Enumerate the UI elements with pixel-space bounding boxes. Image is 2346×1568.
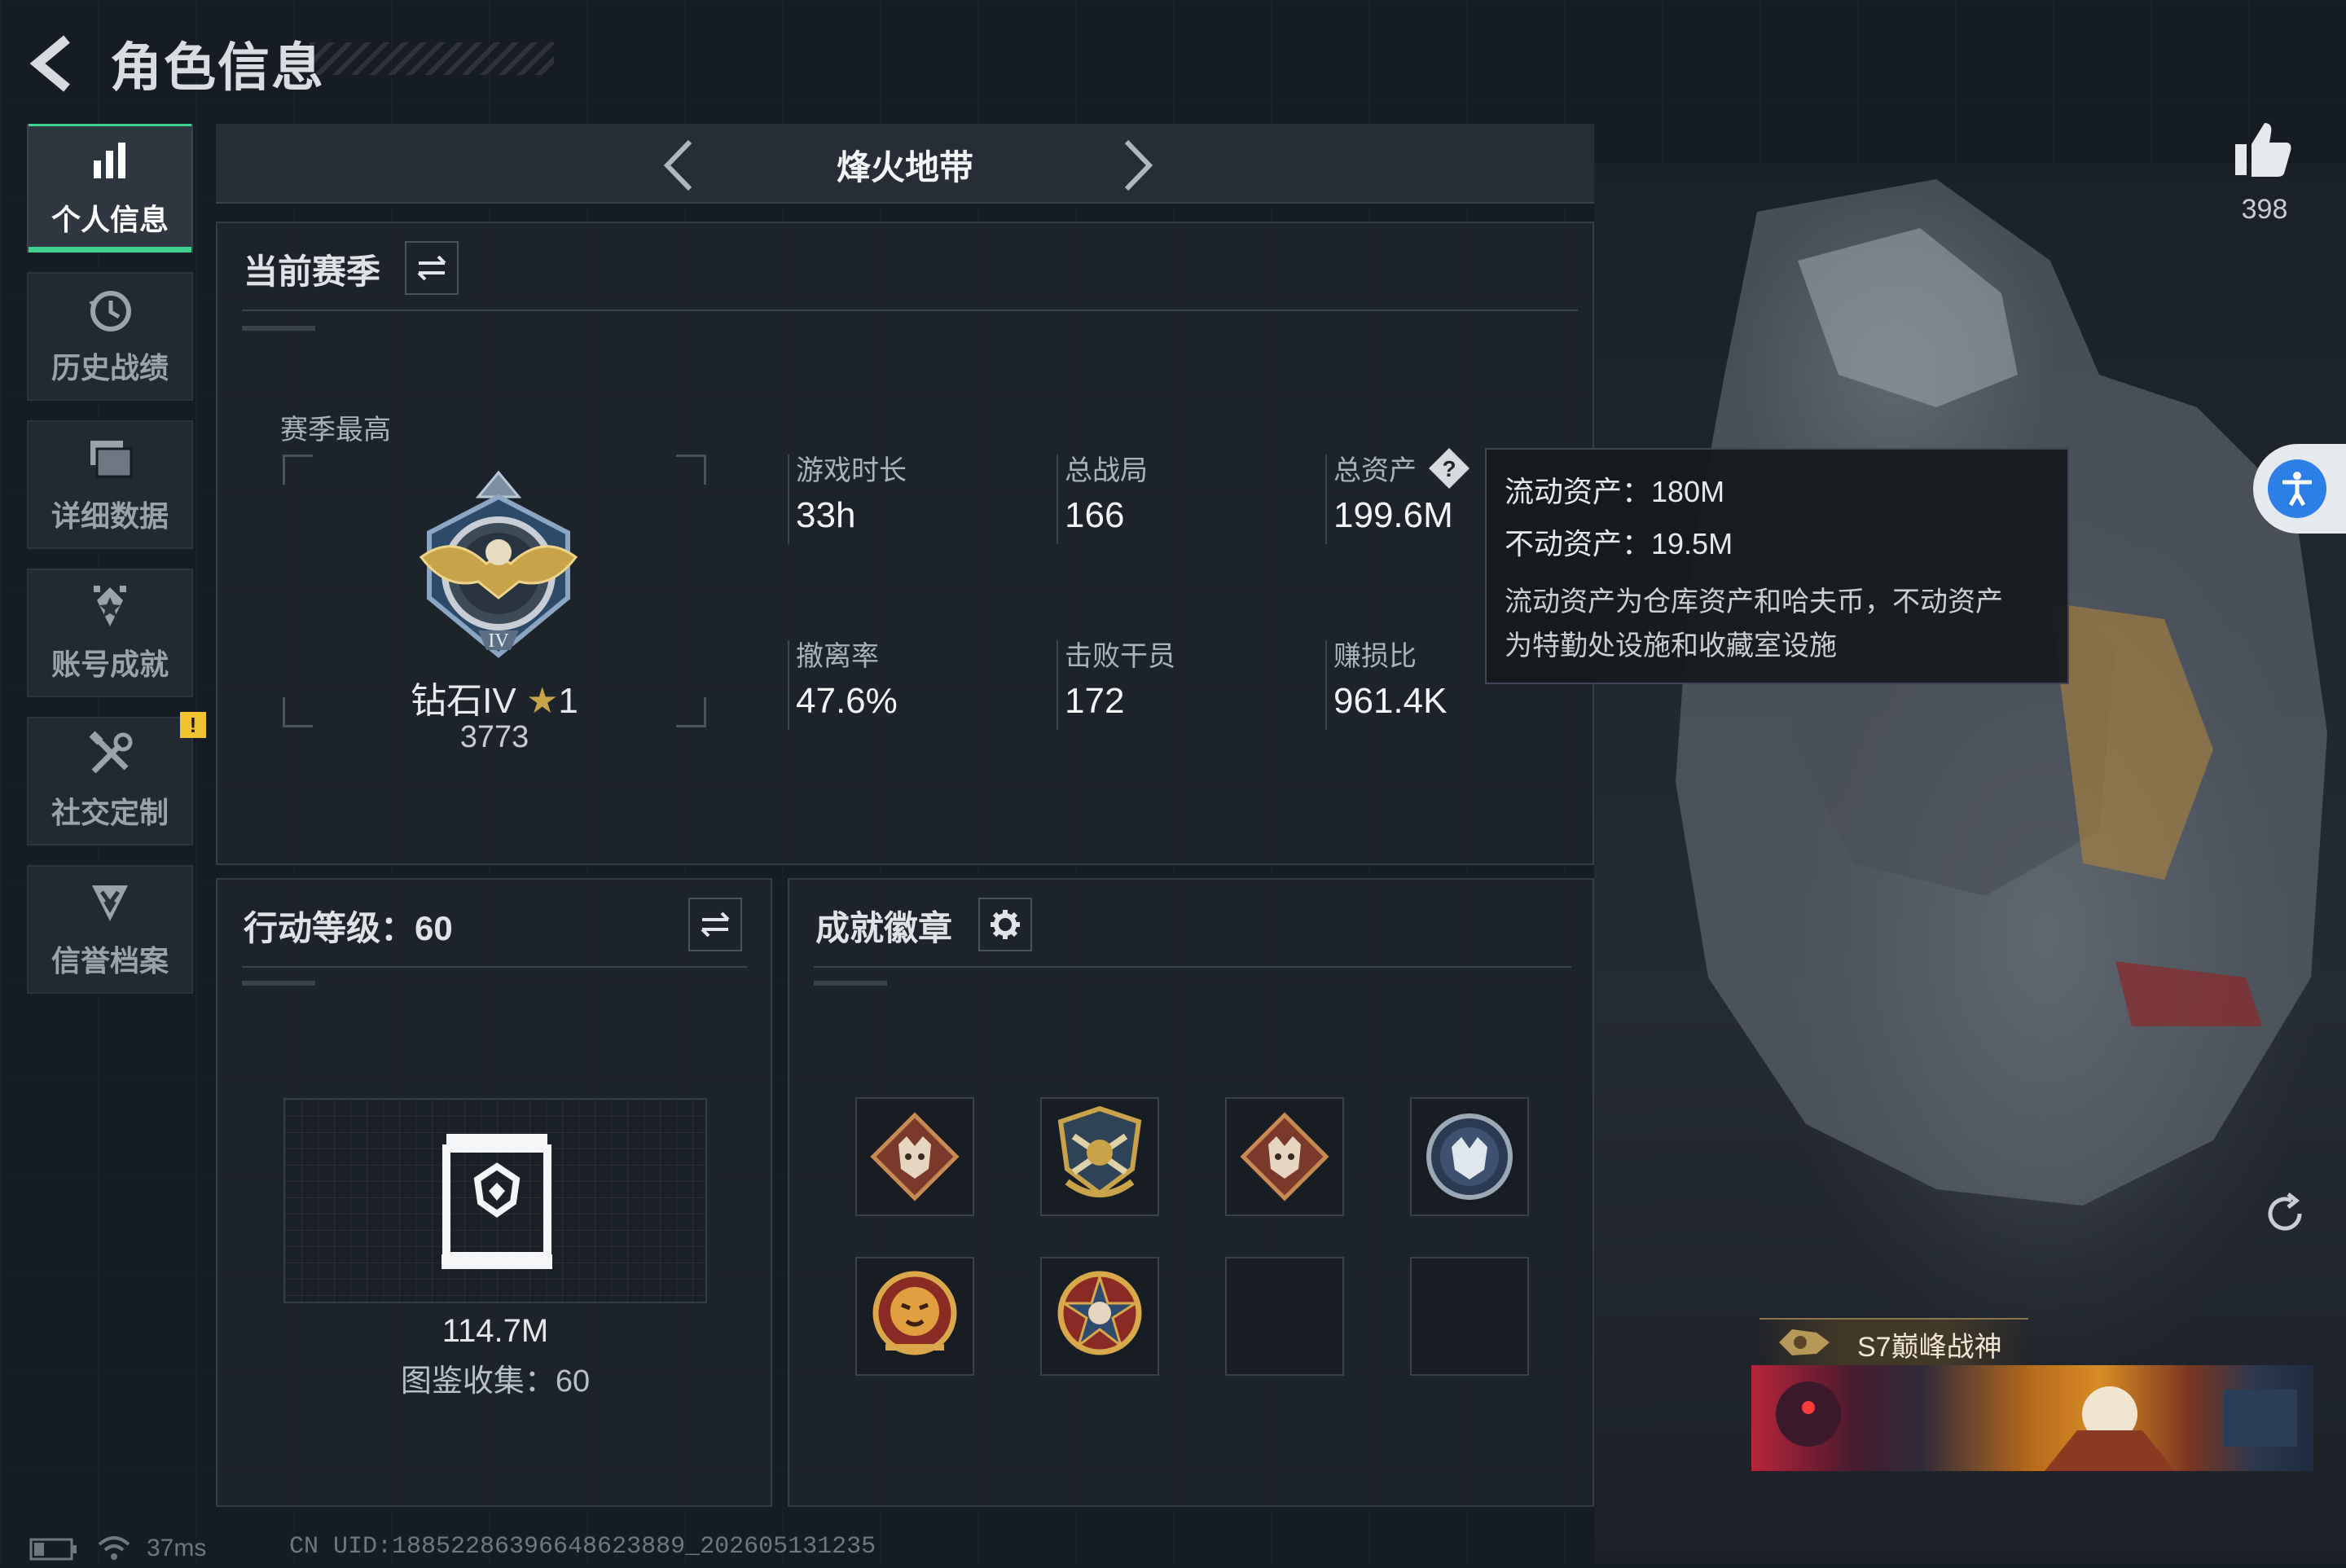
folder-icon [90, 441, 133, 478]
badge-slot-5[interactable] [855, 1257, 974, 1376]
frame-corner [283, 455, 313, 485]
codex-pedestal-icon [442, 1134, 552, 1269]
thumbs-up-icon[interactable] [2232, 118, 2294, 180]
wolf-round-badge-icon [1426, 1113, 1513, 1200]
svg-text:?: ? [1442, 456, 1456, 481]
wolf-diamond-badge-2-icon [1240, 1112, 1329, 1201]
banner-art [1776, 1381, 2297, 1471]
tooltip-liquid-assets: 流动资产：180M [1505, 475, 1725, 508]
frame-corner [676, 455, 706, 485]
sidebar-item-history[interactable]: 历史战绩 [27, 272, 193, 401]
tools-icon [89, 731, 133, 774]
chevron-right-icon[interactable] [1112, 137, 1161, 194]
sidebar-item-personal-info[interactable]: 个人信息 [27, 124, 193, 253]
tooltip-description-line2: 为特勤处设施和收藏室设施 [1505, 630, 1837, 661]
accessibility-button[interactable] [2253, 444, 2346, 534]
badge-slot-4[interactable] [1410, 1097, 1529, 1216]
decoration [242, 326, 315, 331]
player-title-tag: S7巅峰战神 [1760, 1318, 2028, 1367]
sidebar-item-label: 历史战绩 [51, 351, 169, 384]
uid-text: CN UID:18852286396648623889_202605131235 [289, 1533, 876, 1561]
season-best-label: 赛季最高 [280, 415, 391, 446]
codex-display[interactable] [283, 1098, 707, 1303]
sidebar-item-label: 详细数据 [51, 499, 169, 533]
history-clock-icon [89, 291, 131, 332]
sidebar-item-achievements[interactable]: 账号成就 [27, 569, 193, 697]
decoration [814, 981, 887, 986]
tiger-round-badge-icon [872, 1271, 957, 1355]
accessibility-icon [2282, 472, 2312, 507]
swap-icon [701, 911, 730, 938]
crossed-guns-shield-badge-icon [1057, 1105, 1142, 1197]
title-emblem-icon [1779, 1329, 1830, 1355]
svg-text:IV: IV [488, 630, 509, 652]
panel-title: 当前赛季 [244, 253, 381, 291]
mode-selector-bar: 烽火地带 [216, 124, 1594, 204]
tooltip-description-line1: 流动资产为仓库资产和哈夫币，不动资产 [1505, 586, 2003, 617]
assets-tooltip: 流动资产：180M 不动资产：19.5M 流动资产为仓库资产和哈夫币，不动资产 … [1485, 448, 2069, 684]
badge-slot-8-empty[interactable] [1410, 1257, 1529, 1376]
sidebar-item-label: 信誉档案 [51, 944, 169, 977]
battery-icon [29, 1538, 77, 1561]
sidebar-item-label: 社交定制 [51, 796, 169, 829]
achievement-star-icon [94, 586, 126, 626]
badge-slot-6[interactable] [1040, 1257, 1159, 1376]
badge-slot-1[interactable] [855, 1097, 974, 1216]
wolf-diamond-badge-icon [870, 1112, 960, 1201]
switch-season-button[interactable] [405, 241, 459, 295]
badge-slot-7-empty[interactable] [1225, 1257, 1344, 1376]
gear-icon [991, 910, 1020, 939]
bar-chart-icon [94, 143, 125, 178]
switch-level-button[interactable] [688, 898, 742, 951]
season-panel: 当前赛季 赛季最高 IV 钻石IV ★1 3773 游戏时长 33h 总战局 1… [216, 222, 1594, 865]
diamond-rank-emblem-icon: IV [419, 470, 578, 658]
rank-name: 钻石IV ★1 [411, 681, 578, 721]
notification-badge: ! [180, 712, 206, 738]
divider [242, 966, 747, 968]
sidebar-nav: 个人信息 历史战绩 详细数据 账号成就 社交定制 ! 信誉档案 [27, 124, 206, 1013]
panel-title: 行动等级：60 [244, 909, 453, 947]
rotate-view-icon[interactable] [2260, 1189, 2309, 1238]
panel-title: 成就徽章 [815, 909, 953, 947]
divider [242, 310, 1578, 311]
tooltip-fixed-assets: 不动资产：19.5M [1505, 527, 1733, 560]
ping-text: 37ms [147, 1535, 207, 1561]
badge-slot-2[interactable] [1040, 1097, 1159, 1216]
profile-banner-image[interactable] [1751, 1365, 2313, 1471]
sidebar-item-social-custom[interactable]: 社交定制 ! [27, 712, 206, 845]
like-count: 398 [2241, 194, 2288, 225]
star-icon: ★ [525, 681, 559, 721]
shield-chevron-icon [92, 885, 128, 921]
badge-slot-3[interactable] [1225, 1097, 1344, 1216]
codex-collection-label: 图鉴收集：60 [400, 1364, 591, 1399]
help-question-icon[interactable]: ? [1427, 446, 1471, 490]
rank-score: 3773 [459, 720, 529, 754]
sidebar-item-detailed-data[interactable]: 详细数据 [27, 420, 193, 549]
divider [814, 966, 1571, 968]
decoration [242, 981, 315, 986]
page-title: 角色信息 [110, 38, 325, 97]
sidebar-item-label: 账号成就 [51, 648, 169, 681]
badge-settings-button[interactable] [978, 898, 1032, 951]
mode-name: 烽火地带 [836, 148, 973, 187]
sidebar-item-credit-record[interactable]: 信誉档案 [27, 865, 193, 994]
wifi-icon [98, 1536, 130, 1560]
codex-value: 114.7M [442, 1313, 549, 1349]
sidebar-item-label: 个人信息 [51, 203, 169, 236]
title-decoration [310, 42, 554, 75]
back-arrow-icon[interactable] [24, 31, 90, 96]
swap-icon [417, 255, 446, 281]
star-skull-badge-icon [1057, 1271, 1142, 1355]
